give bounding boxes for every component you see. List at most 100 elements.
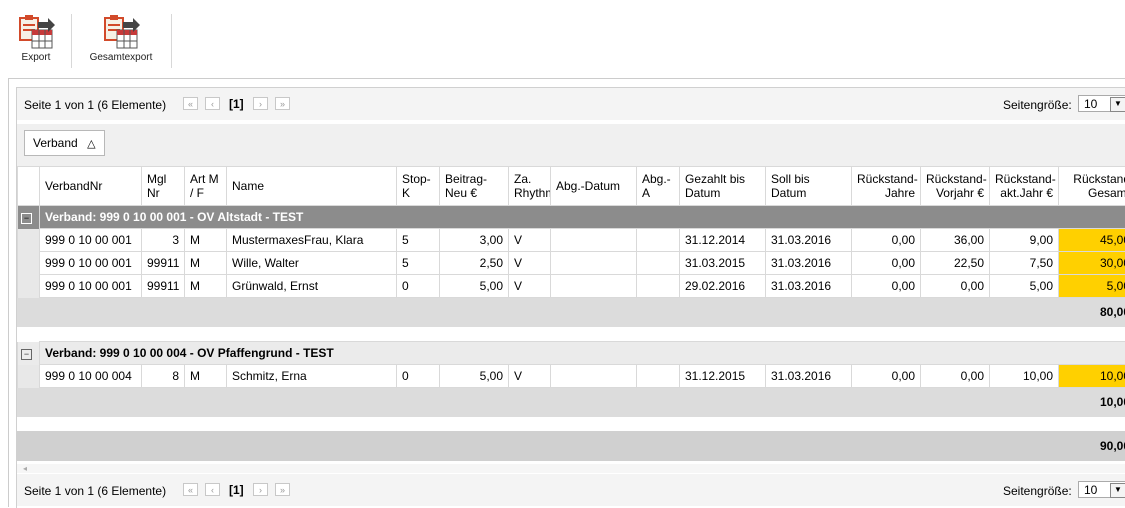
prev-page-button[interactable]: ‹ <box>205 97 220 110</box>
table-cell[interactable]: 999 0 10 00 001 <box>40 275 142 298</box>
last-page-button[interactable]: » <box>275 97 290 110</box>
table-cell[interactable]: Grünwald, Ernst <box>227 275 397 298</box>
prev-page-button[interactable]: ‹ <box>205 483 220 496</box>
table-cell[interactable]: 31.03.2016 <box>766 252 852 275</box>
table-cell[interactable]: M <box>185 275 227 298</box>
chevron-down-icon[interactable]: ▼ <box>1110 483 1125 498</box>
table-cell[interactable] <box>551 252 637 275</box>
export-button[interactable]: Export <box>14 10 58 63</box>
col-header[interactable]: Abg.-Datum <box>551 167 637 206</box>
table-cell[interactable] <box>551 275 637 298</box>
current-page[interactable]: [1] <box>229 97 244 111</box>
table-cell[interactable]: 5,00 <box>440 275 509 298</box>
table-cell[interactable]: 999 0 10 00 004 <box>40 365 142 388</box>
table-cell[interactable] <box>637 229 680 252</box>
table-row[interactable]: 999 0 10 00 00199911MGrünwald, Ernst05,0… <box>18 275 1125 298</box>
table-cell[interactable]: 10,00 <box>1059 365 1125 388</box>
table-cell[interactable] <box>637 275 680 298</box>
table-cell[interactable]: 0,00 <box>921 275 990 298</box>
col-header[interactable]: Rückstand-akt.Jahr € <box>990 167 1059 206</box>
col-header[interactable]: Rückstand Gesamt <box>1059 167 1125 206</box>
table-cell[interactable]: 36,00 <box>921 229 990 252</box>
table-cell[interactable]: M <box>185 252 227 275</box>
col-header[interactable]: VerbandNr <box>40 167 142 206</box>
table-cell[interactable]: 0,00 <box>852 229 921 252</box>
table-cell[interactable] <box>637 365 680 388</box>
col-header[interactable]: Soll bis Datum <box>766 167 852 206</box>
table-cell[interactable]: 0,00 <box>921 365 990 388</box>
col-header[interactable]: Rückstand-Vorjahr € <box>921 167 990 206</box>
table-cell[interactable]: 0,00 <box>852 252 921 275</box>
table-cell[interactable]: 31.03.2015 <box>680 252 766 275</box>
table-cell[interactable] <box>551 229 637 252</box>
table-cell[interactable]: MustermaxesFrau, Klara <box>227 229 397 252</box>
table-cell[interactable]: 5,00 <box>1059 275 1125 298</box>
table-cell[interactable]: 5 <box>397 229 440 252</box>
table-cell[interactable]: 2,50 <box>440 252 509 275</box>
next-page-button[interactable]: › <box>253 483 268 496</box>
table-cell[interactable]: 31.03.2016 <box>766 275 852 298</box>
table-cell[interactable]: M <box>185 229 227 252</box>
col-header[interactable]: Rückstand-Jahre <box>852 167 921 206</box>
table-cell[interactable]: 22,50 <box>921 252 990 275</box>
table-cell[interactable]: 45,00 <box>1059 229 1125 252</box>
table-cell[interactable]: 5,00 <box>440 365 509 388</box>
table-cell[interactable]: 5 <box>397 252 440 275</box>
col-header[interactable]: Name <box>227 167 397 206</box>
table-cell[interactable]: V <box>509 229 551 252</box>
table-cell[interactable]: V <box>509 275 551 298</box>
table-cell[interactable]: 31.03.2016 <box>766 365 852 388</box>
chevron-down-icon[interactable]: ▼ <box>1110 97 1125 112</box>
horizontal-scrollbar[interactable]: ◂ <box>17 464 1125 473</box>
table-cell[interactable]: 0 <box>397 275 440 298</box>
table-cell[interactable] <box>551 365 637 388</box>
collapse-icon[interactable]: − <box>21 349 32 360</box>
col-header[interactable]: Za. Rhythm <box>509 167 551 206</box>
table-cell[interactable]: 99911 <box>142 275 185 298</box>
table-cell[interactable]: M <box>185 365 227 388</box>
collapse-icon[interactable]: − <box>21 213 32 224</box>
table-row[interactable]: 999 0 10 00 0048MSchmitz, Erna05,00V 31.1… <box>18 365 1125 388</box>
table-cell[interactable] <box>637 252 680 275</box>
table-cell[interactable]: 10,00 <box>990 365 1059 388</box>
table-cell[interactable]: 7,50 <box>990 252 1059 275</box>
col-header[interactable]: Abg.-A <box>637 167 680 206</box>
table-cell[interactable]: 8 <box>142 365 185 388</box>
col-header[interactable]: Mgl Nr <box>142 167 185 206</box>
next-page-button[interactable]: › <box>253 97 268 110</box>
first-page-button[interactable]: « <box>183 483 198 496</box>
last-page-button[interactable]: » <box>275 483 290 496</box>
table-cell[interactable]: 31.12.2015 <box>680 365 766 388</box>
table-cell[interactable]: 5,00 <box>990 275 1059 298</box>
table-cell[interactable]: 0,00 <box>852 275 921 298</box>
gesamtexport-button[interactable]: Gesamtexport <box>84 10 158 63</box>
first-page-button[interactable]: « <box>183 97 198 110</box>
page-size-select[interactable]: 10 ▼ <box>1078 95 1125 112</box>
table-cell[interactable]: Schmitz, Erna <box>227 365 397 388</box>
col-header[interactable]: Stop-K <box>397 167 440 206</box>
col-header[interactable]: Art M / F <box>185 167 227 206</box>
table-cell[interactable]: 999 0 10 00 001 <box>40 252 142 275</box>
table-cell[interactable]: 9,00 <box>990 229 1059 252</box>
table-cell[interactable]: 31.12.2014 <box>680 229 766 252</box>
col-header[interactable]: Beitrag-Neu € <box>440 167 509 206</box>
table-cell[interactable]: Wille, Walter <box>227 252 397 275</box>
table-cell[interactable]: 30,00 <box>1059 252 1125 275</box>
table-cell[interactable]: 3,00 <box>440 229 509 252</box>
table-cell[interactable]: 0,00 <box>852 365 921 388</box>
table-row[interactable]: 999 0 10 00 00199911MWille, Walter52,50V… <box>18 252 1125 275</box>
table-cell[interactable]: V <box>509 252 551 275</box>
table-cell[interactable]: 999 0 10 00 001 <box>40 229 142 252</box>
current-page[interactable]: [1] <box>229 483 244 497</box>
table-cell[interactable]: 31.03.2016 <box>766 229 852 252</box>
col-header[interactable]: Gezahlt bis Datum <box>680 167 766 206</box>
scroll-left-icon[interactable]: ◂ <box>23 464 27 473</box>
table-cell[interactable]: 29.02.2016 <box>680 275 766 298</box>
table-cell[interactable]: 0 <box>397 365 440 388</box>
table-cell[interactable]: 99911 <box>142 252 185 275</box>
page-size-select[interactable]: 10 ▼ <box>1078 481 1125 498</box>
group-chip-verband[interactable]: Verband △ <box>24 130 105 156</box>
table-row[interactable]: 999 0 10 00 0013MMustermaxesFrau, Klara5… <box>18 229 1125 252</box>
table-cell[interactable]: 3 <box>142 229 185 252</box>
table-cell[interactable]: V <box>509 365 551 388</box>
